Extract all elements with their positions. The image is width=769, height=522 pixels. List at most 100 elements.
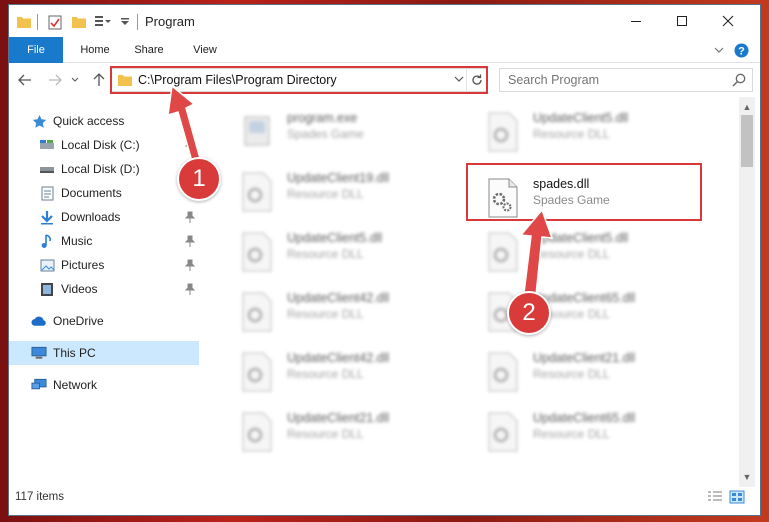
file-description: Resource DLL: [287, 187, 364, 201]
forward-arrow-icon[interactable]: [47, 72, 63, 88]
drive-icon: [39, 137, 55, 153]
list-item[interactable]: UpdateClient19.dll Resource DLL: [227, 163, 457, 219]
sidebar-item-local-disk-c[interactable]: Local Disk (C:): [9, 133, 199, 157]
status-bar: 117 items: [9, 487, 760, 509]
dll-file-icon: [237, 231, 275, 273]
sidebar-item-label: Quick access: [53, 114, 125, 128]
dll-file-icon: [237, 291, 275, 333]
sidebar-item-label: Downloads: [61, 210, 121, 224]
sidebar-item-downloads[interactable]: Downloads: [9, 205, 199, 229]
file-description: Spades Game: [287, 127, 364, 141]
step-badge-2: 2: [507, 291, 551, 335]
sidebar-item-quick-access[interactable]: Quick access: [9, 109, 199, 133]
large-icons-view-icon[interactable]: [729, 490, 745, 504]
sidebar-item-label: Videos: [61, 282, 98, 296]
maximize-button[interactable]: [659, 5, 705, 37]
sidebar-item-this-pc[interactable]: This PC: [9, 341, 199, 365]
pin-icon[interactable]: [184, 259, 196, 271]
list-item[interactable]: UpdateClient5.dll Resource DLL: [473, 103, 703, 159]
sidebar-item-label: This PC: [53, 346, 96, 360]
pin-icon[interactable]: [184, 235, 196, 247]
videos-icon: [39, 281, 55, 297]
sidebar-item-label: OneDrive: [53, 314, 104, 328]
scroll-thumb[interactable]: [741, 115, 753, 167]
network-icon: [31, 377, 47, 393]
cloud-icon: [31, 313, 47, 329]
file-name: UpdateClient5.dll: [533, 231, 629, 245]
music-icon: [39, 233, 55, 249]
pin-icon[interactable]: [184, 211, 196, 223]
tab-share[interactable]: Share: [127, 37, 171, 63]
sidebar-item-onedrive[interactable]: OneDrive: [9, 309, 199, 333]
sidebar-item-label: Local Disk (C:): [61, 138, 140, 152]
sidebar-item-local-disk-d[interactable]: Local Disk (D:): [9, 157, 199, 181]
sidebar-item-videos[interactable]: Videos: [9, 277, 199, 301]
expand-ribbon-icon[interactable]: [713, 42, 725, 58]
vertical-scrollbar[interactable]: ▲ ▼: [739, 97, 755, 487]
help-icon[interactable]: ?: [733, 42, 749, 58]
list-item[interactable]: program.exe Spades Game: [227, 103, 457, 159]
file-description: Resource DLL: [287, 247, 364, 261]
file-name: UpdateClient42.dll: [287, 351, 390, 365]
list-item[interactable]: UpdateClient5.dll Resource DLL: [473, 223, 703, 279]
file-description: Resource DLL: [287, 367, 364, 381]
scroll-up-icon[interactable]: ▲: [739, 99, 755, 115]
sidebar-item-documents[interactable]: Documents: [9, 181, 199, 205]
back-arrow-icon[interactable]: [17, 72, 33, 88]
address-row: C:\Program Files\Program Directory: [9, 63, 760, 97]
list-item[interactable]: UpdateClient65.dll Resource DLL: [473, 403, 703, 459]
list-item[interactable]: UpdateClient21.dll Resource DLL: [473, 343, 703, 399]
navigation-pane: Quick access Local Disk (C:) Local Disk …: [9, 97, 209, 487]
ribbon: File Home Share View ?: [9, 37, 760, 63]
scroll-down-icon[interactable]: ▼: [739, 469, 755, 485]
file-list: program.exe Spades Game UpdateClient19.d…: [209, 97, 739, 485]
customize-qat-icon[interactable]: [93, 13, 113, 31]
sidebar-item-network[interactable]: Network: [9, 373, 199, 397]
properties-icon[interactable]: [47, 13, 63, 31]
pin-icon[interactable]: [184, 139, 196, 151]
pin-icon[interactable]: [184, 283, 196, 295]
file-name: UpdateClient65.dll: [533, 411, 636, 425]
separator: [37, 14, 38, 30]
sidebar-item-label: Documents: [61, 186, 122, 200]
star-icon: [31, 113, 47, 129]
download-icon: [39, 209, 55, 225]
folder-icon[interactable]: [17, 13, 31, 31]
new-folder-icon[interactable]: [71, 13, 87, 31]
address-highlight-box: [110, 66, 488, 94]
list-item[interactable]: UpdateClient5.dll Resource DLL: [227, 223, 457, 279]
search-input[interactable]: [500, 69, 752, 91]
svg-text:?: ?: [738, 45, 745, 57]
details-view-icon[interactable]: [707, 490, 723, 504]
file-name: UpdateClient21.dll: [287, 411, 390, 425]
file-name: UpdateClient42.dll: [287, 291, 390, 305]
close-button[interactable]: [705, 5, 751, 37]
sidebar-item-music[interactable]: Music: [9, 229, 199, 253]
step-badge-1: 1: [177, 157, 221, 201]
tab-view[interactable]: View: [185, 37, 225, 63]
dll-file-icon: [237, 411, 275, 453]
list-item[interactable]: UpdateClient42.dll Resource DLL: [227, 343, 457, 399]
sidebar-item-label: Network: [53, 378, 98, 392]
chevron-down-icon[interactable]: [119, 13, 131, 31]
file-name: UpdateClient21.dll: [533, 351, 636, 365]
sidebar-item-label: Pictures: [61, 258, 105, 272]
tab-file[interactable]: File: [9, 37, 63, 63]
dll-file-icon: [483, 411, 521, 453]
dll-file-icon: [483, 231, 521, 273]
dll-file-icon: [237, 351, 275, 393]
list-item[interactable]: UpdateClient21.dll Resource DLL: [227, 403, 457, 459]
tab-home[interactable]: Home: [71, 37, 119, 63]
search-icon[interactable]: [732, 73, 746, 87]
computer-icon: [31, 345, 47, 361]
list-item[interactable]: UpdateClient42.dll Resource DLL: [227, 283, 457, 339]
recent-locations-icon[interactable]: [69, 72, 81, 88]
search-box[interactable]: [499, 68, 753, 92]
spades-highlight-box: [466, 163, 702, 221]
minimize-button[interactable]: [613, 5, 659, 37]
file-description: Resource DLL: [533, 427, 610, 441]
sidebar-item-pictures[interactable]: Pictures: [9, 253, 199, 277]
file-name: UpdateClient19.dll: [287, 171, 390, 185]
up-arrow-icon[interactable]: [91, 72, 107, 88]
pictures-icon: [39, 257, 55, 273]
